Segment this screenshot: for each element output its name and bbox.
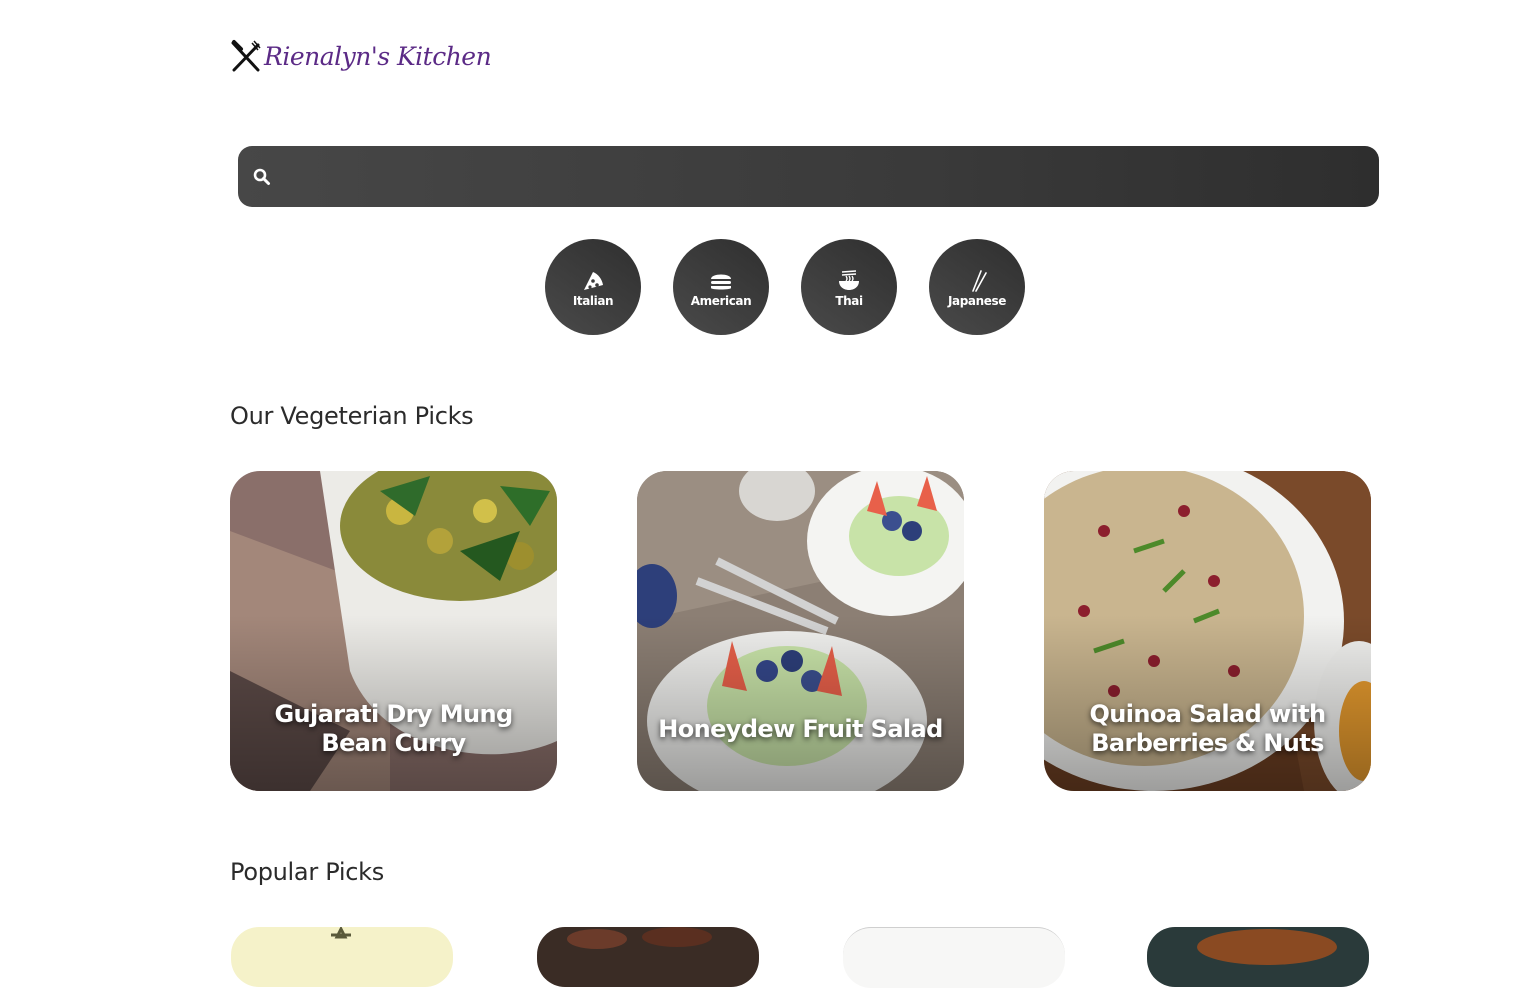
cuisine-label: Thai [835,294,863,308]
chopsticks-icon [972,270,987,292]
popular-section-title: Popular Picks [230,858,384,886]
cuisine-label: Italian [572,294,614,308]
recipe-card[interactable]: Quinoa Salad with Barberries & Nuts [1044,471,1371,791]
recipe-image [331,927,351,939]
popular-recipe-card[interactable] [537,927,759,987]
cuisine-japanese-button[interactable]: Japanese [929,239,1025,335]
recipe-image [1197,929,1337,965]
burger-icon [711,274,731,290]
pizza-icon [584,272,603,290]
vegetarian-section-title: Our Vegeterian Picks [230,402,474,430]
recipe-title: Gujarati Dry Mung Bean Curry [274,700,513,757]
recipe-image [567,927,712,949]
popular-recipe-card[interactable] [1147,927,1369,987]
search-bar [238,145,1379,208]
brand-name: Rienalyn's Kitchen [264,41,492,71]
cuisine-american-button[interactable]: American [673,239,769,335]
cuisine-filters: Italian American Thai Japanese [545,239,1025,335]
recipe-card[interactable]: Gujarati Dry Mung Bean Curry [230,471,557,791]
popular-recipe-card[interactable] [231,927,453,987]
recipe-title: Honeydew Fruit Salad [658,714,943,743]
noodle-bowl-icon [839,270,859,290]
cuisine-italian-button[interactable]: Italian [545,239,641,335]
search-icon[interactable] [253,168,271,186]
search-input[interactable] [271,145,1379,208]
fork-knife-icon [231,40,261,72]
cuisine-thai-button[interactable]: Thai [801,239,897,335]
popular-recipe-card[interactable] [843,927,1065,988]
recipe-card[interactable]: Honeydew Fruit Salad [637,471,964,791]
cuisine-label: American [690,294,752,308]
recipe-title: Quinoa Salad with Barberries & Nuts [1089,700,1326,757]
brand-logo[interactable]: Rienalyn's Kitchen [230,38,492,74]
cuisine-label: Japanese [947,294,1006,308]
